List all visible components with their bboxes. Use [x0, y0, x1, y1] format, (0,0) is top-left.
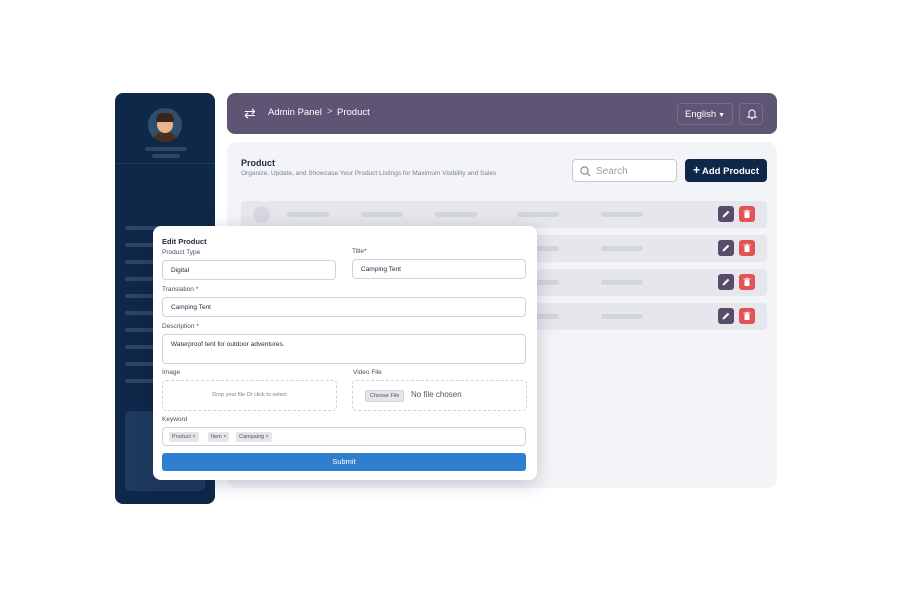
edit-button[interactable]: [718, 206, 734, 222]
video-file-input: Choose File No file chosen: [352, 380, 527, 411]
product-type-field[interactable]: Digital: [162, 260, 336, 280]
plus-icon: +: [692, 163, 700, 177]
choose-file-button[interactable]: Choose File: [365, 390, 405, 402]
video-file-label: Video File: [353, 369, 382, 376]
keyword-tag[interactable]: Item ×: [208, 432, 230, 442]
translation-field[interactable]: Camping Tent: [162, 297, 526, 317]
sidebar-item[interactable]: [125, 243, 155, 247]
cell-placeholder: [601, 212, 643, 217]
row-avatar-placeholder: [253, 206, 270, 223]
delete-button[interactable]: [739, 206, 755, 222]
delete-button[interactable]: [739, 274, 755, 290]
breadcrumb-admin-panel[interactable]: Admin Panel: [268, 107, 322, 118]
table-row: [241, 201, 767, 228]
sidebar-item[interactable]: [125, 379, 155, 383]
title-label: Title*: [352, 248, 367, 255]
search-placeholder: Search: [596, 166, 628, 177]
sidebar-item[interactable]: [125, 345, 155, 349]
user-name-placeholder: [145, 147, 187, 151]
add-product-label: Add Product: [702, 166, 759, 177]
avatar[interactable]: [148, 108, 182, 142]
trash-icon: [743, 243, 751, 252]
top-bar: ⇄ Admin Panel > Product English ▼: [227, 93, 777, 134]
page-subtitle: Organize, Update, and Showcase Your Prod…: [241, 170, 497, 177]
cell-placeholder: [601, 246, 643, 251]
translation-label: Translation *: [162, 286, 199, 293]
keyword-label: Keyword: [162, 416, 188, 423]
sidebar-item[interactable]: [125, 362, 155, 366]
breadcrumb-product: Product: [337, 107, 370, 118]
edit-button[interactable]: [718, 308, 734, 324]
breadcrumb-separator: >: [327, 106, 333, 117]
description-field[interactable]: Waterproof tent for outdoor adventures.: [162, 334, 526, 364]
swap-icon[interactable]: ⇄: [244, 105, 256, 122]
delete-button[interactable]: [739, 308, 755, 324]
bell-icon: [747, 109, 757, 120]
user-role-placeholder: [152, 154, 180, 158]
app-mockup: ⇄ Admin Panel > Product English ▼ Product…: [0, 0, 900, 600]
keyword-tag[interactable]: Campaing ×: [236, 432, 272, 442]
title-field[interactable]: Camping Tent: [352, 259, 526, 279]
avatar-body: [154, 132, 176, 142]
image-label: Image: [162, 369, 181, 376]
avatar-hair: [156, 113, 174, 122]
chevron-down-icon: ▼: [718, 112, 726, 119]
keyword-tag[interactable]: Product ×: [169, 432, 199, 442]
pencil-icon: [722, 244, 730, 252]
add-product-button[interactable]: + Add Product: [685, 159, 767, 182]
cell-placeholder: [601, 280, 643, 285]
cell-placeholder: [287, 212, 329, 217]
notification-button[interactable]: [739, 103, 763, 125]
submit-button[interactable]: Submit: [162, 453, 526, 471]
page-title: Product: [241, 158, 276, 168]
edit-button[interactable]: [718, 274, 734, 290]
cell-placeholder: [601, 314, 643, 319]
edit-button[interactable]: [718, 240, 734, 256]
image-dropzone[interactable]: Drop your file Or click to select: [162, 380, 337, 411]
trash-icon: [743, 311, 751, 320]
modal-title: Edit Product: [162, 237, 207, 246]
pencil-icon: [722, 210, 730, 218]
sidebar-item[interactable]: [125, 260, 155, 264]
edit-product-modal: Edit Product Product Type Digital Title*…: [153, 226, 537, 480]
language-value: English: [685, 109, 717, 120]
trash-icon: [743, 209, 751, 218]
trash-icon: [743, 277, 751, 286]
search-icon: [580, 166, 591, 177]
product-type-label: Product Type: [162, 249, 201, 256]
sidebar-item[interactable]: [125, 277, 155, 281]
delete-button[interactable]: [739, 240, 755, 256]
pencil-icon: [722, 278, 730, 286]
pencil-icon: [722, 312, 730, 320]
cell-placeholder: [435, 212, 477, 217]
cell-placeholder: [517, 212, 559, 217]
sidebar-item[interactable]: [125, 294, 155, 298]
cell-placeholder: [361, 212, 403, 217]
file-status: No file chosen: [411, 390, 462, 399]
sidebar-item[interactable]: [125, 311, 155, 315]
sidebar-divider: [115, 163, 215, 164]
language-select[interactable]: English ▼: [677, 103, 733, 125]
description-label: Description *: [162, 323, 199, 330]
search-input[interactable]: Search: [572, 159, 677, 182]
keyword-input[interactable]: Product × Item × Campaing ×: [162, 427, 526, 446]
sidebar-item[interactable]: [125, 328, 155, 332]
